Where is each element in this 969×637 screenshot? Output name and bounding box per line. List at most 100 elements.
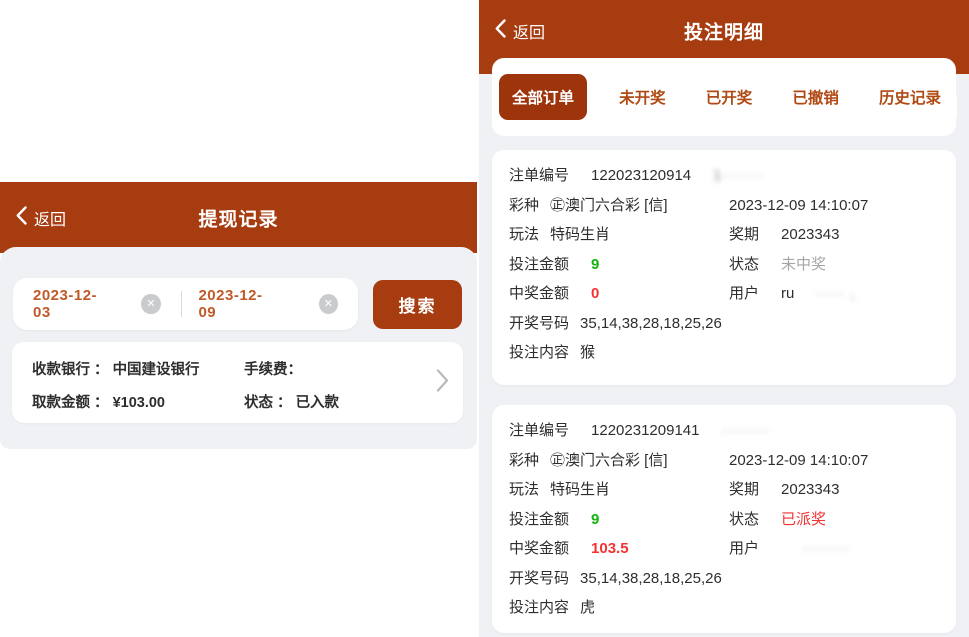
- field-value: 猴: [580, 341, 595, 362]
- redacted-text: ·······: [803, 540, 852, 557]
- status-value: 已入款: [296, 395, 340, 411]
- tab-history[interactable]: 历史记录: [871, 86, 949, 108]
- search-button[interactable]: 搜索: [373, 280, 462, 329]
- tab-cancelled[interactable]: 已撤销: [784, 86, 847, 108]
- withdrawal-content-panel: 2023-12-03 ✕ 2023-12-09 ✕ 搜索 收款银行 ： 中国建设…: [0, 247, 477, 449]
- withdrawal-record-card[interactable]: 收款银行 ： 中国建设银行 手续费： 取款金额 ： ¥103.00 状态 ： 已…: [12, 342, 463, 423]
- field-label: 开奖号码: [509, 567, 569, 588]
- field-lottery: 彩种㊣澳门六合彩 [信]: [509, 194, 729, 215]
- status-label: 状态 ：: [244, 395, 292, 411]
- order-field-row: 中奖金额0用户ru···· ,: [509, 282, 942, 312]
- field-value: 2023343: [781, 226, 839, 243]
- field-win_amount: 中奖金额 0: [509, 282, 729, 303]
- tab-all-orders[interactable]: 全部订单: [499, 74, 587, 120]
- field-user: 用户ru···· ,: [729, 282, 942, 303]
- field-label: 彩种: [509, 194, 539, 215]
- field-bet_amount: 投注金额 9: [509, 253, 729, 274]
- field-value: 9: [591, 256, 599, 273]
- order-field-row: 中奖金额103.5用户 ·······: [509, 537, 942, 567]
- field-period: 奖期 2023343: [729, 478, 942, 499]
- field-value: 2023-12-09 14:10:07: [729, 452, 868, 469]
- range-divider: [181, 291, 183, 317]
- field-label: 状态: [729, 253, 759, 274]
- bank-label: 收款银行 ：: [32, 362, 109, 378]
- amount-label: 取款金额 ：: [32, 395, 109, 411]
- field-lottery: 彩种㊣澳门六合彩 [信]: [509, 449, 729, 470]
- field-label: 奖期: [729, 478, 759, 499]
- field-label: 中奖金额: [509, 537, 569, 558]
- amount-value: ¥103.00: [113, 395, 165, 411]
- field-win_amount: 中奖金额103.5: [509, 537, 729, 558]
- date-from[interactable]: 2023-12-03: [33, 287, 111, 321]
- field-value: ㊣澳门六合彩 [信]: [550, 194, 668, 215]
- field-value: 35,14,38,28,18,25,26: [580, 315, 722, 332]
- field-label: 投注金额: [509, 508, 569, 529]
- field-label: 中奖金额: [509, 282, 569, 303]
- order-filter-tabbar: 全部订单 未开奖 已开奖 已撤销 历史记录: [492, 58, 956, 136]
- field-value: 2023-12-09 14:10:07: [729, 197, 868, 214]
- order-field-row: 玩法特码生肖奖期 2023343: [509, 223, 942, 253]
- field-label: 用户: [729, 537, 759, 558]
- field-value: 虎: [580, 596, 595, 617]
- field-label: 彩种: [509, 449, 539, 470]
- date-range-picker: 2023-12-03 ✕ 2023-12-09 ✕: [13, 278, 358, 330]
- bet-details-screen: 返回 投注明细 全部订单未开奖已开奖已撤销历史记录 注单编号1220231209…: [479, 0, 969, 637]
- field-time: 2023-12-09 14:10:07: [729, 197, 942, 214]
- field-numbers: 开奖号码35,14,38,28,18,25,26: [509, 567, 942, 588]
- field-time: 2023-12-09 14:10:07: [729, 452, 942, 469]
- redacted-text: ···· ,: [816, 285, 856, 302]
- order-field-row: 开奖号码35,14,38,28,18,25,26: [509, 567, 942, 597]
- field-label: 注单编号: [509, 419, 569, 440]
- chevron-right-icon: [436, 368, 449, 397]
- date-to[interactable]: 2023-12-09: [198, 287, 276, 321]
- tab-not-drawn[interactable]: 未开奖: [611, 86, 674, 108]
- order-card: 注单编号1220231209141·······彩种㊣澳门六合彩 [信]2023…: [492, 405, 956, 633]
- field-label: 玩法: [509, 223, 539, 244]
- order-card: 注单编号1220231209141······彩种㊣澳门六合彩 [信]2023-…: [492, 150, 956, 385]
- field-value: 122023120914: [591, 167, 691, 184]
- order-field-row: 玩法特码生肖奖期 2023343: [509, 478, 942, 508]
- field-label: 投注金额: [509, 253, 569, 274]
- field-content: 投注内容虎: [509, 596, 942, 617]
- bank-field: 收款银行 ： 中国建设银行: [32, 358, 244, 379]
- fee-label: 手续费：: [244, 362, 302, 378]
- field-numbers: 开奖号码 35,14,38,28,18,25,26: [509, 312, 942, 333]
- field-label: 投注内容: [509, 341, 569, 362]
- field-play: 玩法特码生肖: [509, 478, 729, 499]
- field-value: ru: [781, 285, 794, 302]
- field-bet_amount: 投注金额 9: [509, 508, 729, 529]
- field-label: 状态: [729, 508, 759, 529]
- order-field-row: 投注内容虎: [509, 596, 942, 626]
- redacted-text: ·······: [721, 422, 770, 439]
- clear-date-from-button[interactable]: ✕: [141, 294, 160, 314]
- field-value: 特码生肖: [550, 478, 610, 499]
- field-label: 开奖号码: [509, 312, 569, 333]
- clear-date-to-button[interactable]: ✕: [319, 294, 338, 314]
- field-label: 注单编号: [509, 164, 569, 185]
- field-order_no: 注单编号 122023120914 1······: [509, 164, 942, 185]
- field-play: 玩法特码生肖: [509, 223, 729, 244]
- order-field-row: 彩种㊣澳门六合彩 [信]2023-12-09 14:10:07: [509, 194, 942, 224]
- tab-drawn[interactable]: 已开奖: [698, 86, 761, 108]
- field-content: 投注内容猴: [509, 341, 942, 362]
- redacted-text: 1······: [713, 167, 765, 184]
- field-value: 9: [591, 511, 599, 528]
- field-label: 投注内容: [509, 596, 569, 617]
- field-value: 0: [591, 285, 599, 302]
- order-field-row: 投注金额 9 状态 已派奖: [509, 508, 942, 538]
- field-value: 2023343: [781, 481, 839, 498]
- withdrawal-header: 返回 提现记录: [0, 182, 477, 253]
- field-label: 奖期: [729, 223, 759, 244]
- order-field-row: 投注内容猴: [509, 341, 942, 371]
- page-title: 提现记录: [0, 204, 477, 231]
- field-value: 未中奖: [781, 253, 826, 274]
- page-title: 投注明细: [479, 18, 969, 45]
- field-status: 状态 未中奖: [729, 253, 942, 274]
- order-field-row: 注单编号1220231209141·······: [509, 419, 942, 449]
- field-value: 已派奖: [781, 508, 826, 529]
- status-field: 状态 ： 已入款: [244, 391, 339, 412]
- screenshot-canvas: 返回 提现记录 2023-12-03 ✕ 2023-12-09 ✕ 搜索: [0, 0, 969, 637]
- fee-field: 手续费：: [244, 358, 339, 379]
- amount-field: 取款金额 ： ¥103.00: [32, 391, 244, 412]
- field-status: 状态 已派奖: [729, 508, 942, 529]
